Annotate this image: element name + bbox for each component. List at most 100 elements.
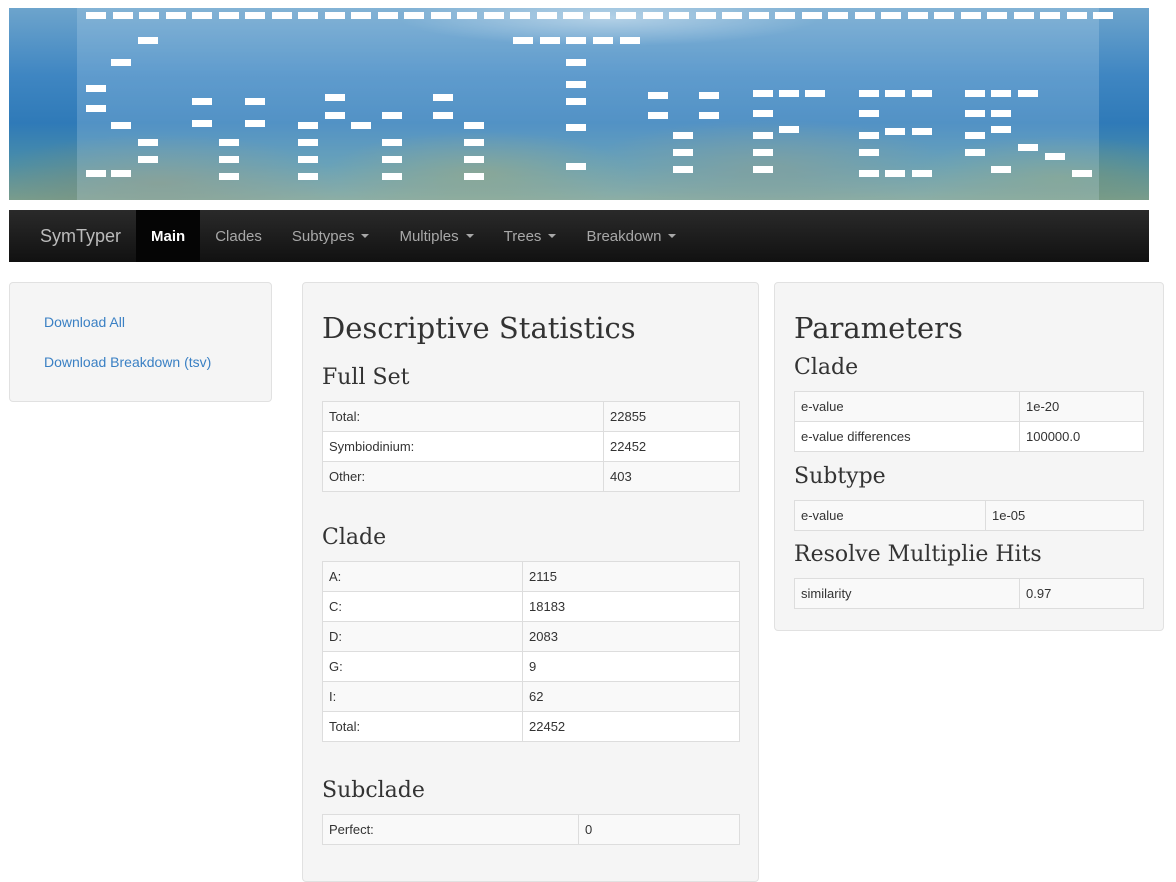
- table-row: e-value 1e-20: [794, 391, 1144, 422]
- banner-block: [325, 12, 345, 19]
- nav-multiples-dropdown[interactable]: Multiples: [384, 210, 488, 262]
- banner-block: [298, 122, 318, 129]
- row-value: 1e-20: [1019, 391, 1144, 422]
- banner-block: [325, 112, 345, 119]
- banner-block: [881, 12, 901, 19]
- nav-breakdown-dropdown[interactable]: Breakdown: [571, 210, 691, 262]
- banner-block: [1014, 12, 1034, 19]
- row-label: D:: [322, 621, 523, 652]
- banner-block: [859, 132, 879, 139]
- banner-block: [566, 37, 586, 44]
- banner-block: [1040, 12, 1060, 19]
- full-set-heading: Full Set: [322, 365, 410, 390]
- nav-main-label: Main: [151, 227, 186, 245]
- row-label: Other:: [322, 461, 604, 492]
- banner-block: [885, 128, 905, 135]
- nav-trees-dropdown[interactable]: Trees: [489, 210, 572, 262]
- banner-block: [457, 12, 477, 19]
- banner-block: [298, 139, 318, 146]
- banner-block: [934, 12, 954, 19]
- banner-block: [1072, 170, 1092, 177]
- banner-block: [965, 90, 985, 97]
- row-value: 18183: [522, 591, 740, 622]
- banner-block: [1018, 90, 1038, 97]
- caret-down-icon: [668, 234, 677, 238]
- banner-block: [566, 163, 586, 170]
- table-row: Total: 22855: [322, 401, 740, 432]
- banner-block: [593, 37, 613, 44]
- download-all-link[interactable]: Download All: [44, 314, 125, 330]
- banner-block: [382, 173, 402, 180]
- nav-clades[interactable]: Clades: [200, 210, 277, 262]
- row-label: C:: [322, 591, 523, 622]
- nav-subtypes-dropdown[interactable]: Subtypes: [277, 210, 385, 262]
- banner-block: [166, 12, 186, 19]
- banner-block: [540, 37, 560, 44]
- banner-block: [431, 12, 451, 19]
- table-row: I: 62: [322, 681, 740, 712]
- param-subtype-table: e-value 1e-05: [794, 500, 1144, 531]
- banner-block: [464, 139, 484, 146]
- banner-block: [1067, 12, 1087, 19]
- row-value: 22452: [522, 711, 740, 742]
- subclade-table: Perfect: 0: [322, 814, 740, 845]
- banner-block: [699, 92, 719, 99]
- banner-block: [192, 12, 212, 19]
- param-subtype-heading: Subtype: [794, 464, 886, 489]
- banner-block: [382, 156, 402, 163]
- banner-block: [138, 156, 158, 163]
- table-row: similarity 0.97: [794, 578, 1144, 609]
- download-breakdown-link[interactable]: Download Breakdown (tsv): [44, 354, 211, 370]
- caret-down-icon: [465, 234, 474, 238]
- row-value: 22855: [603, 401, 740, 432]
- banner-block: [1093, 12, 1113, 19]
- banner-block: [245, 120, 265, 127]
- row-value: 403: [603, 461, 740, 492]
- banner-block: [965, 132, 985, 139]
- banner-block: [912, 90, 932, 97]
- banner-block: [775, 12, 795, 19]
- clade-heading: Clade: [322, 525, 387, 550]
- caret-down-icon: [548, 234, 557, 238]
- table-row: Other: 403: [322, 461, 740, 492]
- banner-block: [378, 12, 398, 19]
- banner-block: [673, 166, 693, 173]
- descriptive-statistics-title: Descriptive Statistics: [322, 311, 636, 345]
- banner-block: [139, 12, 159, 19]
- table-row: G: 9: [322, 651, 740, 682]
- banner-block: [965, 149, 985, 156]
- banner-block: [298, 156, 318, 163]
- row-value: 100000.0: [1019, 421, 1144, 452]
- row-value: 2083: [522, 621, 740, 652]
- banner-block: [566, 59, 586, 66]
- banner-block: [749, 12, 769, 19]
- banner-block: [908, 12, 928, 19]
- banner-block: [987, 12, 1007, 19]
- nav-main[interactable]: Main: [136, 210, 201, 262]
- banner-block: [991, 90, 1011, 97]
- clade-table: A: 2115 C: 18183 D: 2083 G: 9 I: 62 Total: 224…: [322, 561, 740, 742]
- banner-block: [382, 139, 402, 146]
- banner-image: [9, 8, 1149, 200]
- banner-block: [991, 110, 1011, 117]
- banner-block: [753, 166, 773, 173]
- param-clade-table: e-value 1e-20 e-value differences 100000.0: [794, 391, 1144, 452]
- banner-block: [696, 12, 716, 19]
- banner-block: [245, 98, 265, 105]
- banner-block: [433, 112, 453, 119]
- banner-block: [912, 170, 932, 177]
- row-value: 22452: [603, 431, 740, 462]
- banner-block: [382, 112, 402, 119]
- navbar-brand[interactable]: SymTyper: [9, 210, 136, 262]
- table-row: e-value differences 100000.0: [794, 421, 1144, 452]
- banner-block: [113, 12, 133, 19]
- banner-block: [219, 12, 239, 19]
- banner-block: [673, 149, 693, 156]
- banner-block: [855, 12, 875, 19]
- banner-block: [885, 170, 905, 177]
- navbar: SymTyper Main Clades Subtypes Multiples …: [9, 210, 1149, 262]
- banner-block: [616, 12, 636, 19]
- banner-block: [219, 156, 239, 163]
- banner-block: [753, 90, 773, 97]
- banner-block: [859, 110, 879, 117]
